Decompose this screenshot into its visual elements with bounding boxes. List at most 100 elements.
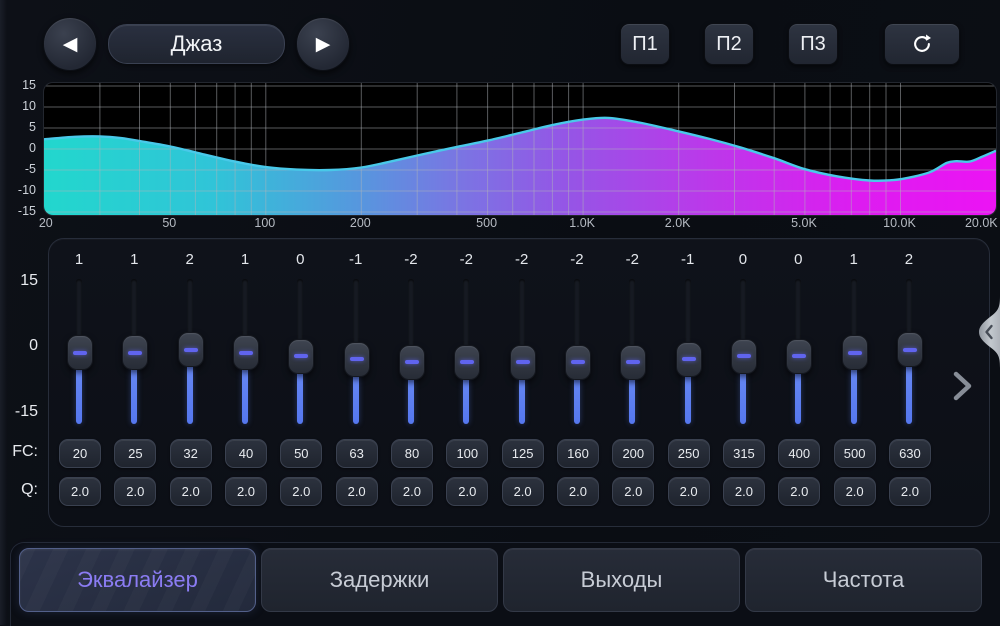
band-fc-chip[interactable]: 500 — [834, 439, 876, 468]
graph-x-tick: 200 — [350, 216, 371, 230]
band-fc-chip[interactable]: 160 — [557, 439, 599, 468]
band-slider-thumb[interactable] — [731, 339, 757, 374]
tab-эквалайзер[interactable]: Эквалайзер — [19, 548, 256, 612]
band-gain-value: 2 — [881, 251, 936, 268]
graph-x-tick: 5.0K — [791, 216, 817, 230]
fc-row-label: FC: — [0, 443, 38, 461]
thumb-dash-icon — [792, 354, 806, 358]
band-slider-thumb[interactable] — [233, 335, 259, 370]
band-gain-value: 1 — [52, 251, 107, 268]
band-slider-thumb[interactable] — [786, 339, 812, 374]
band-fc-chip[interactable]: 50 — [280, 439, 322, 468]
reset-button[interactable] — [884, 23, 960, 65]
band-slider-thumb[interactable] — [565, 345, 591, 380]
band-slider-thumb[interactable] — [399, 345, 425, 380]
band-fc-chip[interactable]: 20 — [59, 439, 101, 468]
graph-x-tick: 50 — [162, 216, 176, 230]
band-column: -2802.0 — [383, 239, 438, 526]
band-q-chip[interactable]: 2.0 — [557, 477, 599, 506]
band-gain-value: -2 — [494, 251, 549, 268]
band-slider-thumb[interactable] — [122, 335, 148, 370]
graph-y-tick: 10 — [0, 98, 36, 114]
band-q-chip[interactable]: 2.0 — [170, 477, 212, 506]
band-q-chip[interactable]: 2.0 — [502, 477, 544, 506]
thumb-dash-icon — [184, 348, 198, 352]
band-q-chip[interactable]: 2.0 — [391, 477, 433, 506]
slider-scale-0: 0 — [0, 337, 38, 355]
band-q-chip[interactable]: 2.0 — [225, 477, 267, 506]
thumb-dash-icon — [350, 357, 364, 361]
band-gain-value: 1 — [217, 251, 272, 268]
band-q-chip[interactable]: 2.0 — [668, 477, 710, 506]
band-fc-chip[interactable]: 200 — [612, 439, 654, 468]
band-q-chip[interactable]: 2.0 — [446, 477, 488, 506]
band-q-chip[interactable]: 2.0 — [834, 477, 876, 506]
band-slider-thumb[interactable] — [510, 345, 536, 380]
thumb-dash-icon — [626, 360, 640, 364]
band-q-chip[interactable]: 2.0 — [778, 477, 820, 506]
band-q-chip[interactable]: 2.0 — [723, 477, 765, 506]
band-fc-chip[interactable]: 25 — [114, 439, 156, 468]
band-q-chip[interactable]: 2.0 — [336, 477, 378, 506]
band-q-chip[interactable]: 2.0 — [114, 477, 156, 506]
memory-preset-3-button[interactable]: П3 — [788, 23, 838, 65]
preset-name-pill[interactable]: Джаз — [108, 24, 285, 64]
band-gain-value: -2 — [549, 251, 604, 268]
band-fc-chip[interactable]: 315 — [723, 439, 765, 468]
thumb-dash-icon — [460, 360, 474, 364]
band-gain-value: 2 — [162, 251, 217, 268]
thumb-dash-icon — [848, 351, 862, 355]
graph-x-tick: 2.0K — [665, 216, 691, 230]
band-fc-chip[interactable]: 630 — [889, 439, 931, 468]
band-fc-chip[interactable]: 32 — [170, 439, 212, 468]
band-q-chip[interactable]: 2.0 — [889, 477, 931, 506]
band-fc-chip[interactable]: 40 — [225, 439, 267, 468]
scroll-bands-right-button[interactable] — [948, 369, 976, 403]
band-fc-chip[interactable]: 125 — [502, 439, 544, 468]
band-q-chip[interactable]: 2.0 — [280, 477, 322, 506]
band-slider-thumb[interactable] — [676, 342, 702, 377]
right-triangle-icon: ▶ — [316, 35, 331, 54]
graph-y-tick: 0 — [0, 140, 36, 156]
tab-выходы[interactable]: Выходы — [503, 548, 740, 612]
band-gain-value: 1 — [107, 251, 162, 268]
thumb-dash-icon — [516, 360, 530, 364]
band-fc-chip[interactable]: 63 — [336, 439, 378, 468]
graph-y-tick: 5 — [0, 119, 36, 135]
tab-задержки[interactable]: Задержки — [261, 548, 498, 612]
thumb-dash-icon — [737, 354, 751, 358]
band-slider-thumb[interactable] — [842, 335, 868, 370]
band-slider-thumb[interactable] — [620, 345, 646, 380]
band-column: -1632.0 — [328, 239, 383, 526]
next-preset-button[interactable]: ▶ — [296, 17, 350, 71]
graph-x-tick: 20 — [39, 216, 53, 230]
band-slider-thumb[interactable] — [178, 332, 204, 367]
graph-y-tick: 15 — [0, 77, 36, 93]
preset-name: Джаз — [171, 31, 223, 57]
band-slider-thumb[interactable] — [897, 332, 923, 367]
band-gain-value: -2 — [439, 251, 494, 268]
side-drawer-handle[interactable] — [978, 296, 1000, 368]
band-q-chip[interactable]: 2.0 — [612, 477, 654, 506]
band-slider-thumb[interactable] — [454, 345, 480, 380]
thumb-dash-icon — [903, 348, 917, 352]
prev-preset-button[interactable]: ◀ — [43, 17, 97, 71]
graph-x-tick: 500 — [476, 216, 497, 230]
band-slider-thumb[interactable] — [344, 342, 370, 377]
band-slider-thumb[interactable] — [67, 335, 93, 370]
band-column: 1 40 2.0 — [217, 239, 272, 526]
band-slider-thumb[interactable] — [288, 339, 314, 374]
band-gain-value: -2 — [605, 251, 660, 268]
band-fc-chip[interactable]: 250 — [668, 439, 710, 468]
band-q-chip[interactable]: 2.0 — [59, 477, 101, 506]
thumb-dash-icon — [239, 351, 253, 355]
tab-частота[interactable]: Частота — [745, 548, 982, 612]
memory-preset-1-button[interactable]: П1 — [620, 23, 670, 65]
band-fc-chip[interactable]: 80 — [391, 439, 433, 468]
band-fc-chip[interactable]: 100 — [446, 439, 488, 468]
band-column: 1 25 2.0 — [107, 239, 162, 526]
reset-icon — [911, 33, 933, 55]
memory-preset-2-button[interactable]: П2 — [704, 23, 754, 65]
band-fc-chip[interactable]: 400 — [778, 439, 820, 468]
thumb-dash-icon — [405, 360, 419, 364]
